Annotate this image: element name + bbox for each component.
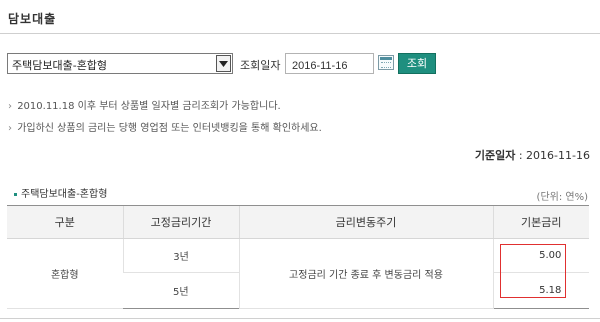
- section-title-text: 주택담보대출-혼합형: [21, 189, 108, 200]
- notice-item: › 가입하신 상품의 금리는 당행 영업점 또는 인터넷뱅킹을 통해 확인하세요…: [8, 119, 322, 134]
- page-title: 담보대출: [8, 12, 57, 26]
- bullet-icon: ›: [8, 123, 12, 134]
- notice-text: 가입하신 상품의 금리는 당행 영업점 또는 인터넷뱅킹을 통해 확인하세요.: [17, 123, 322, 134]
- column-header: 고정금리기간: [122, 205, 239, 239]
- category-cell: 혼합형: [7, 238, 123, 309]
- column-header: 구분: [7, 205, 123, 239]
- base-date-label: 기준일자: [474, 149, 516, 162]
- date-label: 조회일자: [240, 59, 281, 72]
- period-cell: 3년: [122, 238, 239, 273]
- search-button[interactable]: 조회: [398, 53, 436, 74]
- date-input[interactable]: [285, 53, 374, 74]
- notice-text: 2010.11.18 이후 부터 상품별 일자별 금리조회가 가능합니다.: [17, 101, 281, 112]
- unit-label: (단위: 연%): [536, 192, 588, 203]
- square-bullet-icon: [14, 192, 17, 196]
- period-cell: 5년: [123, 272, 239, 309]
- table-header-row: 구분 고정금리기간 금리변동주기 기본금리: [7, 205, 589, 239]
- column-header: 기본금리: [492, 205, 589, 239]
- calendar-icon[interactable]: [378, 55, 394, 70]
- bottom-divider: [0, 318, 600, 319]
- title-divider: [0, 33, 600, 34]
- section-title: 주택담보대출-혼합형: [14, 185, 107, 200]
- bullet-icon: ›: [8, 101, 12, 112]
- column-header: 금리변동주기: [238, 205, 493, 239]
- chevron-down-icon[interactable]: [216, 55, 231, 72]
- base-date: 기준일자 : 2016-11-16: [475, 147, 590, 163]
- base-date-value: : 2016-11-16: [518, 149, 590, 162]
- change-cycle-cell: 고정금리 기간 종료 후 변동금리 적용: [238, 238, 493, 309]
- notice-item: › 2010.11.18 이후 부터 상품별 일자별 금리조회가 가능합니다.: [8, 97, 281, 112]
- product-select[interactable]: 주택담보대출-혼합형: [7, 53, 233, 74]
- product-select-value: 주택담보대출-혼합형: [12, 59, 108, 72]
- rate-highlight-box: [500, 244, 566, 298]
